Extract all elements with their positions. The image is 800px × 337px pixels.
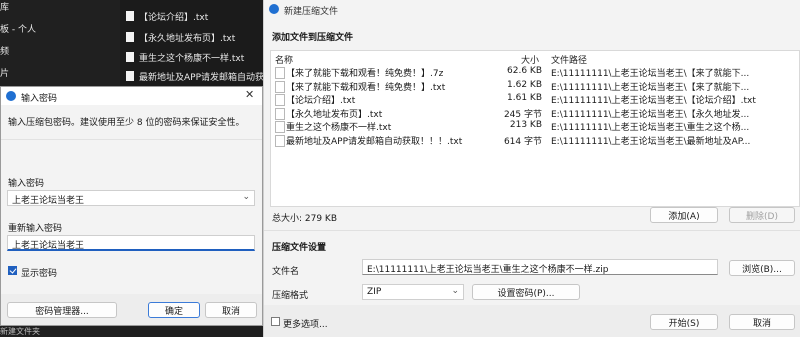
row-path: E:\11111111\上老王论坛当老王\重生之这个杨...: [551, 123, 750, 133]
cancel-button[interactable]: 取消: [205, 302, 257, 318]
row-name: 【永久地址发布页】.txt: [286, 109, 383, 120]
password-label: 输入密码: [8, 179, 45, 189]
file-icon: [275, 80, 285, 93]
password-dialog: 输入密码 ✕ 输入压缩包密码。建议使用至少 8 位的密码来保证安全性。 输入密码…: [0, 86, 263, 326]
file-table: 名称 大小 文件路径 【来了就能下载和观看！纯免费！】.7z 62.6 KB E:\…: [270, 50, 800, 207]
delete-button[interactable]: 删除(D): [729, 207, 795, 223]
row-path: E:\11111111\上老王论坛当老王\最新地址及AP...: [551, 136, 751, 147]
table-row[interactable]: 重生之这个杨康不一样.txt 213 KB E:\11111111\上老王论坛当老王…: [271, 120, 799, 133]
file-item[interactable]: 【论坛介绍】.txt: [126, 10, 208, 23]
row-name: 【来了就能下载和观看！纯免费！】.txt: [286, 82, 446, 93]
column-header-path[interactable]: 文件路径: [551, 53, 587, 66]
file-icon: [126, 52, 134, 62]
app-icon: [6, 91, 16, 101]
file-icon: [275, 94, 285, 106]
add-button[interactable]: 添加(A): [650, 207, 718, 223]
file-item[interactable]: 【永久地址发布页】.txt: [126, 31, 235, 44]
row-name: 【来了就能下载和观看！纯免费！】.7z: [286, 69, 444, 79]
new-archive-dialog: 新建压缩文件 添加文件到压缩文件 名称 大小 文件路径 【来了就能下载和观看！纯…: [263, 0, 800, 337]
sidebar-item[interactable]: 板 - 个人: [0, 22, 36, 35]
password-description: 输入压缩包密码。建议使用至少 8 位的密码来保证安全性。: [8, 118, 245, 128]
close-icon[interactable]: ✕: [245, 88, 254, 101]
show-password-checkbox[interactable]: [8, 266, 17, 275]
browse-button[interactable]: 浏览(B)...: [729, 260, 795, 276]
row-name: 重生之这个杨康不一样.txt: [286, 123, 392, 133]
row-path: E:\11111111\上老王论坛当老王\【来了就能下...: [551, 69, 750, 79]
footer: 更多选项... 开始(S) 取消: [264, 305, 800, 337]
show-password-label[interactable]: 显示密码: [21, 266, 57, 279]
password-manager-button[interactable]: 密码管理器...: [7, 302, 117, 318]
chevron-down-icon: ⌄: [451, 286, 459, 296]
filename-label: 文件名: [272, 267, 300, 277]
add-section-title: 添加文件到压缩文件: [272, 33, 354, 43]
sidebar-item[interactable]: 频: [0, 44, 9, 57]
window-title: 新建压缩文件: [284, 7, 339, 17]
set-password-button[interactable]: 设置密码(P)...: [472, 284, 580, 300]
file-icon: [275, 134, 285, 147]
file-icon: [275, 67, 285, 79]
total-size: 总大小: 279 KB: [272, 214, 338, 224]
row-name: 最新地址及APP请发邮箱自动获取！！！.txt: [286, 136, 463, 147]
divider: [264, 230, 800, 231]
password-dialog-title: 输入密码: [21, 94, 58, 104]
table-row[interactable]: 【来了就能下载和观看！纯免费！】.txt 1.62 KB E:\11111111\上…: [271, 80, 799, 93]
row-size: 62.6 KB: [507, 66, 542, 76]
table-row[interactable]: 【来了就能下载和观看！纯免费！】.7z 62.6 KB E:\11111111\上老…: [271, 66, 799, 79]
table-row[interactable]: 【论坛介绍】.txt 1.61 KB E:\11111111\上老王论坛当老王\【论…: [271, 93, 799, 106]
row-size: 1.61 KB: [507, 93, 542, 103]
title-bar: 新建压缩文件: [264, 0, 800, 18]
filename-input[interactable]: E:\11111111\上老王论坛当老王\重生之这个杨康不一样.zip: [362, 259, 718, 275]
explorer-file-list: 【论坛介绍】.txt 【永久地址发布页】.txt 重生之这个杨康不一样.txt …: [120, 0, 277, 90]
file-icon: [275, 121, 285, 133]
row-path: E:\11111111\上老王论坛当老王\【论坛介绍】.txt: [551, 96, 756, 106]
table-row[interactable]: 【永久地址发布页】.txt 245 字节 E:\11111111\上老王论坛当老王\…: [271, 107, 799, 120]
more-options-checkbox[interactable]: [271, 317, 280, 326]
row-size: 245 字节: [503, 109, 542, 120]
file-item[interactable]: 最新地址及APP请发邮箱自动获取!: [126, 70, 277, 83]
confirm-password-label: 重新输入密码: [8, 224, 63, 234]
file-icon: [275, 107, 285, 120]
file-icon: [126, 11, 134, 21]
password-title-bar: 输入密码 ✕: [1, 87, 262, 105]
sidebar-item[interactable]: 库: [0, 0, 9, 13]
password-input[interactable]: 上老王论坛当老王 ⌄: [7, 190, 255, 206]
ok-button[interactable]: 确定: [148, 302, 200, 318]
table-row[interactable]: 最新地址及APP请发邮箱自动获取！！！.txt 614 字节 E:\11111111…: [271, 134, 799, 147]
row-name: 【论坛介绍】.txt: [286, 96, 356, 106]
cancel-button[interactable]: 取消: [729, 314, 795, 330]
column-header-size[interactable]: 大小: [521, 53, 539, 66]
confirm-password-input[interactable]: 上老王论坛当老王: [7, 235, 255, 251]
divider: [1, 139, 262, 140]
chevron-down-icon[interactable]: ⌄: [242, 192, 250, 202]
format-value: ZIP: [367, 287, 382, 297]
format-select[interactable]: ZIP ⌄: [362, 284, 464, 300]
file-item[interactable]: 重生之这个杨康不一样.txt: [126, 51, 244, 64]
row-size: 1.62 KB: [507, 79, 542, 90]
row-size: 213 KB: [509, 120, 542, 130]
file-icon: [126, 32, 134, 42]
start-button[interactable]: 开始(S): [650, 314, 718, 330]
row-path: E:\11111111\上老王论坛当老王\【来了就能下...: [551, 82, 750, 93]
file-icon: [126, 71, 134, 81]
status-text: 新建文件夹: [0, 327, 40, 336]
password-footer: 密码管理器... 确定 取消: [1, 294, 262, 325]
app-icon: [269, 4, 279, 14]
format-label: 压缩格式: [272, 291, 309, 301]
settings-section-title: 压缩文件设置: [272, 243, 327, 253]
row-path: E:\11111111\上老王论坛当老王\【永久地址发...: [551, 109, 750, 120]
sidebar-item[interactable]: 片: [0, 66, 9, 79]
more-options-label[interactable]: 更多选项...: [283, 317, 328, 330]
column-header-name[interactable]: 名称: [275, 53, 293, 66]
row-size: 614 字节: [503, 136, 542, 147]
